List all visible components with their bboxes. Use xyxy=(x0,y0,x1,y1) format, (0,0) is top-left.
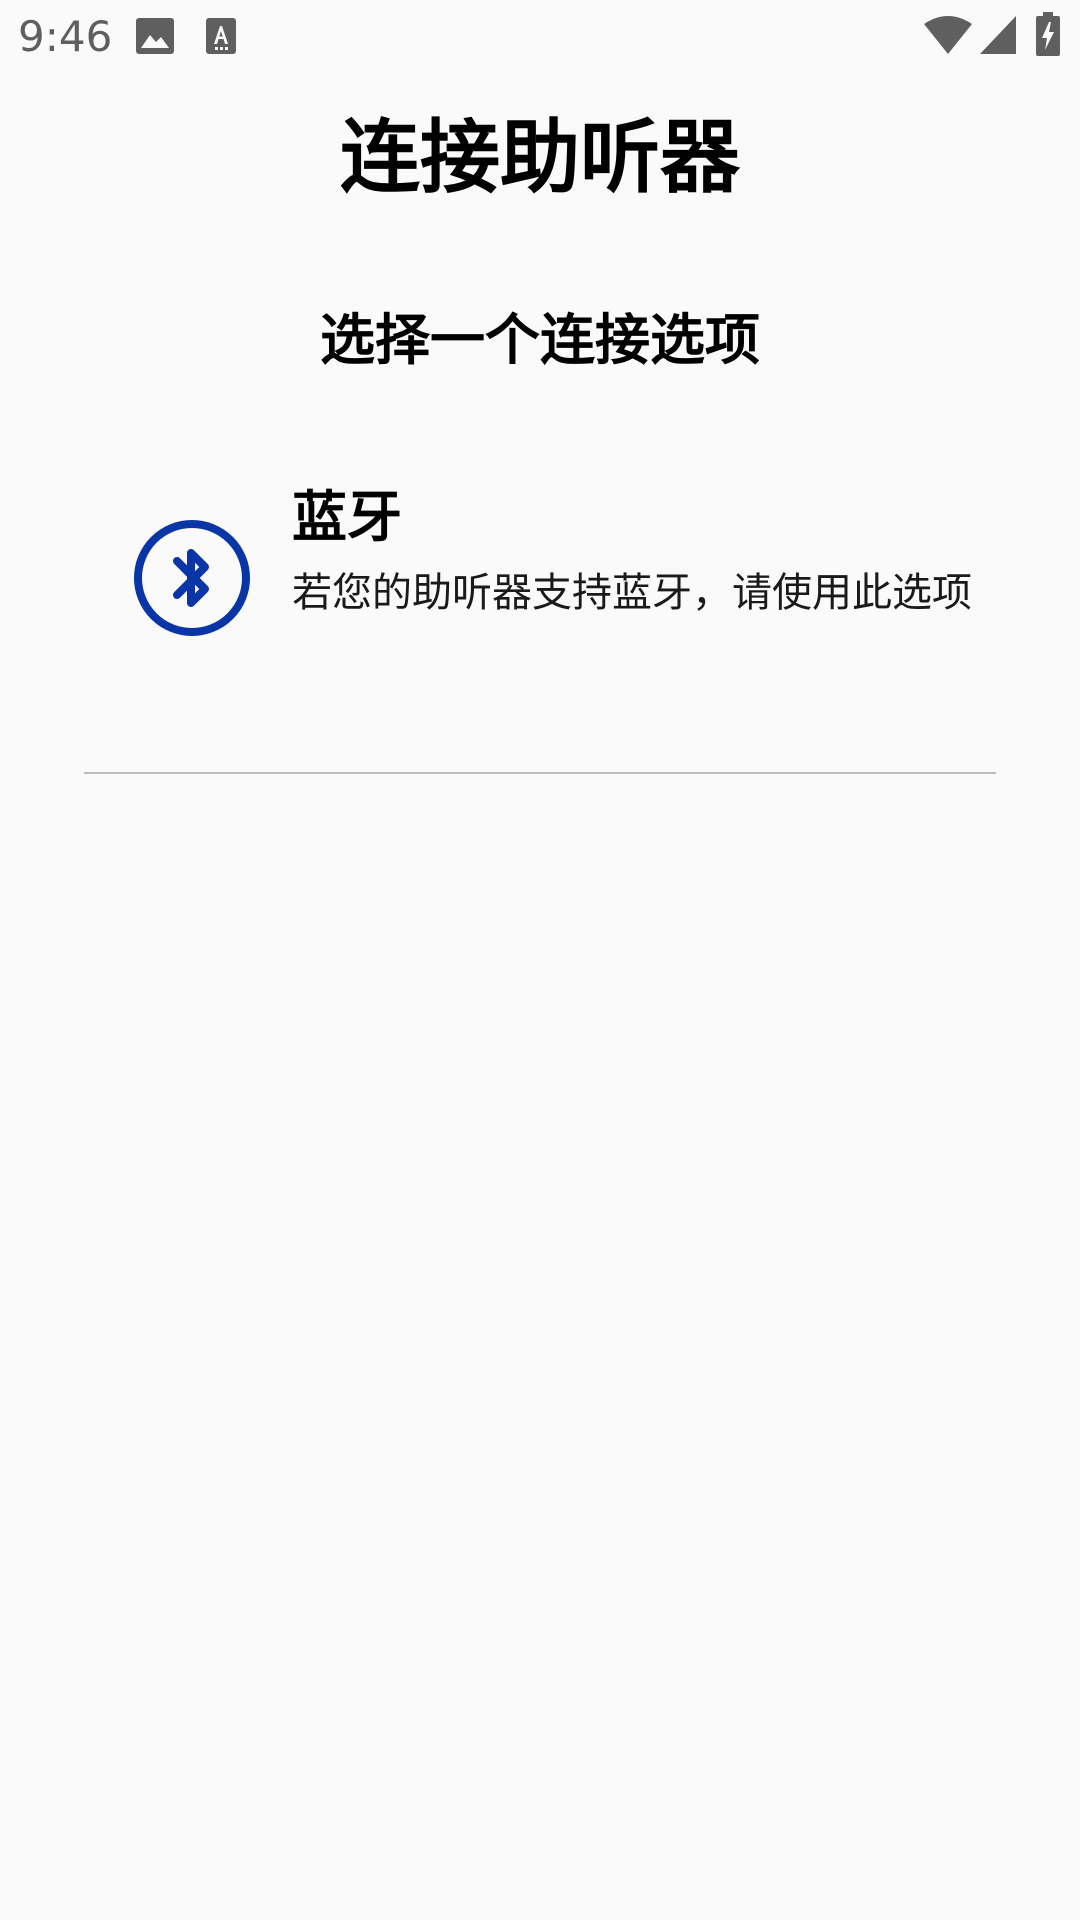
divider xyxy=(84,772,996,774)
battery-charging-icon xyxy=(1036,12,1060,56)
option-description: 若您的助听器支持蓝牙，请使用此选项 xyxy=(292,570,972,616)
bluetooth-icon xyxy=(134,520,250,636)
page-title: 连接助听器 xyxy=(340,111,740,204)
wifi-icon xyxy=(924,16,972,54)
bluetooth-option[interactable]: 蓝牙 若您的助听器支持蓝牙，请使用此选项 xyxy=(84,470,996,720)
image-icon xyxy=(136,18,174,54)
status-time: 9:46 xyxy=(18,12,113,61)
section-heading: 选择一个连接选项 xyxy=(319,308,760,372)
status-bar: 9:46 xyxy=(0,0,1080,72)
cell-signal-icon xyxy=(980,16,1016,54)
text-a-icon xyxy=(206,18,236,54)
option-title: 蓝牙 xyxy=(292,485,403,549)
